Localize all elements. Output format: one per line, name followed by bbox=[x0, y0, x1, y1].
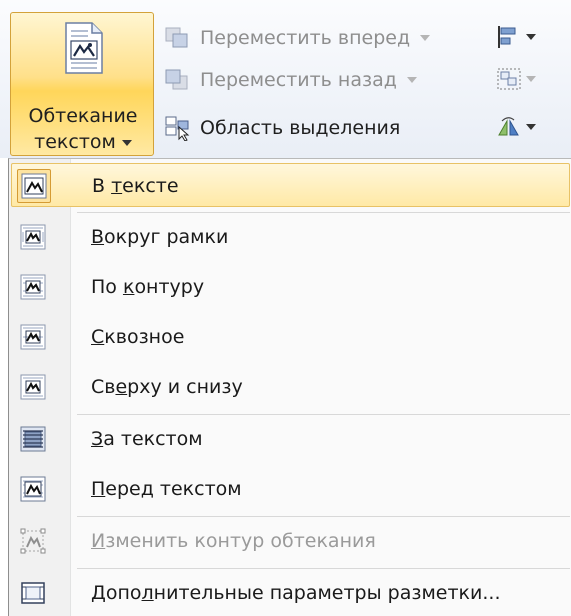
menu-item-label: В тексте bbox=[92, 175, 179, 197]
wrap-text-label-line2: текстом bbox=[11, 131, 155, 153]
wrap-text-button[interactable]: Обтекание текстом bbox=[10, 12, 154, 156]
menu-item-edit-wrap-points[interactable]: Изменить контур обтекания bbox=[11, 519, 570, 563]
ribbon-arrange-group: Обтекание текстом Переместить вперед Пер… bbox=[0, 0, 571, 158]
wrap-through-icon bbox=[20, 324, 46, 350]
send-backward-button[interactable]: Переместить назад bbox=[164, 64, 417, 96]
selection-pane-icon bbox=[165, 116, 190, 141]
menu-item-label: Сквозное bbox=[91, 326, 185, 348]
more-layout-options-icon bbox=[21, 582, 45, 604]
menu-item-in-front-of-text[interactable]: Перед текстом bbox=[11, 467, 570, 511]
chevron-down-icon bbox=[526, 124, 536, 130]
behind-text-icon bbox=[20, 426, 46, 452]
rotate-button[interactable] bbox=[496, 112, 536, 142]
menu-item-top-and-bottom[interactable]: Сверху и снизу bbox=[11, 365, 570, 409]
menu-item-label: Дополнительные параметры разметки... bbox=[91, 582, 501, 604]
selection-pane-label: Область выделения bbox=[200, 117, 401, 139]
selection-pane-button[interactable]: Область выделения bbox=[164, 112, 400, 144]
align-button[interactable] bbox=[496, 22, 536, 52]
wrap-inline-icon bbox=[17, 169, 51, 203]
menu-item-label: Изменить контур обтекания bbox=[91, 530, 376, 552]
menu-item-in-line-with-text[interactable]: В тексте bbox=[11, 163, 570, 207]
text-wrap-icon bbox=[65, 22, 103, 74]
menu-item-through[interactable]: Сквозное bbox=[11, 315, 570, 359]
wrap-tight-icon bbox=[20, 274, 46, 300]
menu-separator bbox=[77, 414, 570, 415]
menu-separator bbox=[77, 568, 570, 569]
bring-forward-button[interactable]: Переместить вперед bbox=[164, 22, 431, 54]
chevron-down-icon bbox=[526, 76, 536, 82]
group-button[interactable] bbox=[496, 64, 536, 94]
chevron-down-icon bbox=[526, 34, 536, 40]
menu-item-square[interactable]: Вокруг рамки bbox=[11, 215, 570, 259]
menu-item-tight[interactable]: По контуру bbox=[11, 265, 570, 309]
menu-item-label: По контуру bbox=[91, 276, 205, 298]
wrap-top-bottom-icon bbox=[20, 374, 46, 400]
menu-separator bbox=[77, 516, 570, 517]
wrap-text-menu: В тексте Вокруг рамки По контуру Сквозно bbox=[8, 158, 571, 616]
group-icon bbox=[497, 68, 521, 90]
align-icon bbox=[498, 26, 516, 48]
menu-item-label: За текстом bbox=[91, 428, 203, 450]
chevron-down-icon bbox=[406, 77, 417, 83]
send-backward-label: Переместить назад bbox=[200, 69, 397, 91]
menu-item-behind-text[interactable]: За текстом bbox=[11, 417, 570, 461]
chevron-down-icon bbox=[121, 139, 132, 146]
menu-item-more-layout-options[interactable]: Дополнительные параметры разметки... bbox=[11, 571, 570, 615]
rotate-icon bbox=[498, 117, 519, 136]
menu-item-label: Вокруг рамки bbox=[91, 226, 229, 248]
menu-separator bbox=[77, 212, 570, 213]
bring-forward-icon bbox=[165, 27, 188, 48]
menu-item-label: Перед текстом bbox=[91, 478, 242, 500]
send-backward-icon bbox=[165, 69, 188, 90]
bring-forward-label: Переместить вперед bbox=[200, 27, 411, 49]
chevron-down-icon bbox=[420, 35, 431, 41]
wrap-square-icon bbox=[20, 224, 46, 250]
menu-item-label: Сверху и снизу bbox=[91, 376, 243, 398]
edit-wrap-points-icon bbox=[20, 528, 46, 554]
in-front-of-text-icon bbox=[20, 476, 46, 502]
wrap-text-label-line1: Обтекание bbox=[28, 105, 138, 127]
